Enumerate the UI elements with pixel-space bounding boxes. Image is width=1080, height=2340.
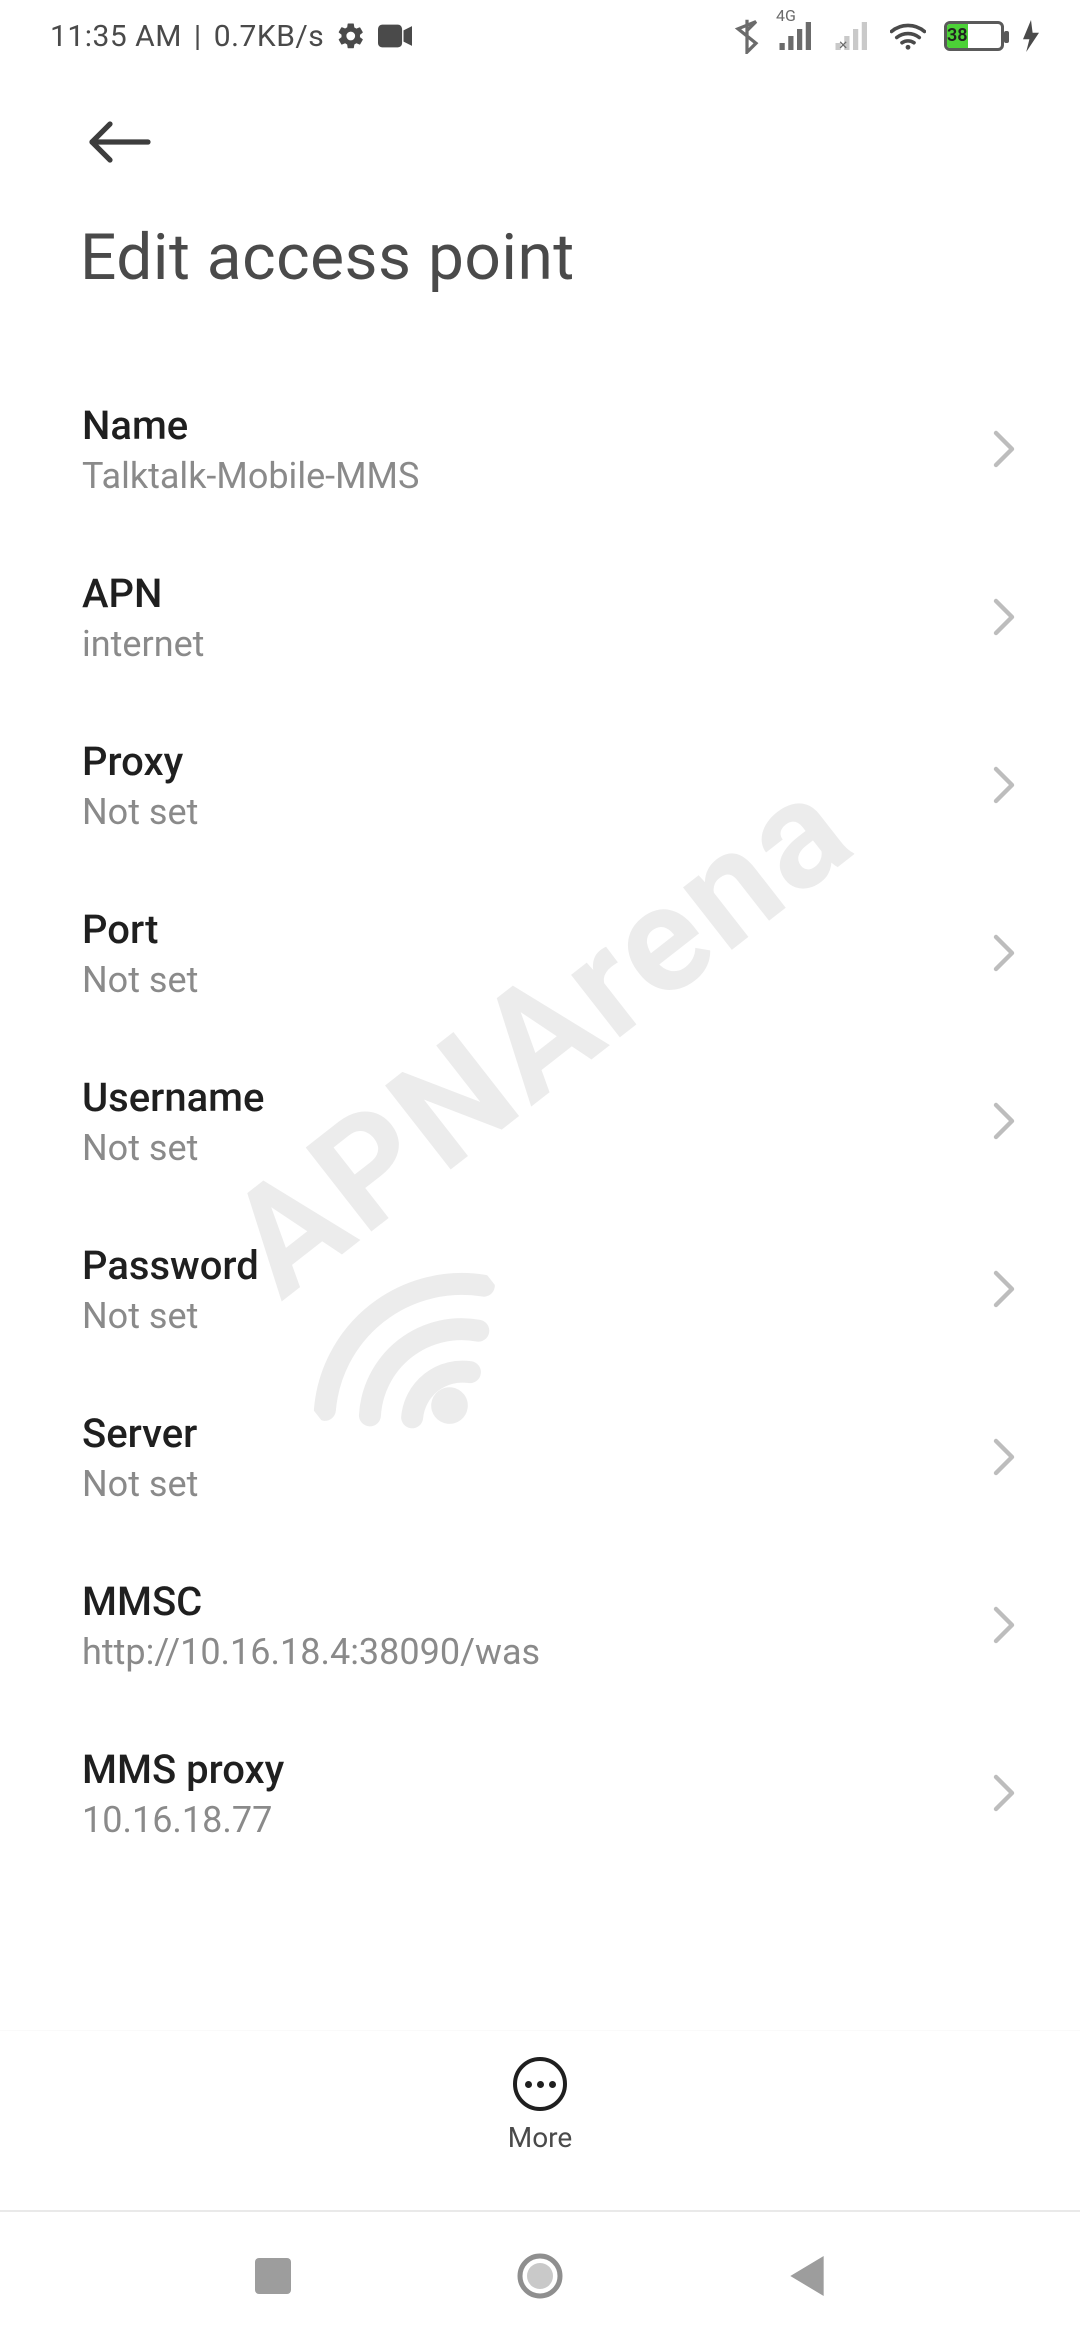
row-label: Username bbox=[82, 1074, 990, 1121]
row-value: internet bbox=[82, 623, 990, 665]
status-separator: | bbox=[194, 19, 202, 54]
camera-icon bbox=[378, 24, 412, 48]
svg-text:×: × bbox=[839, 35, 847, 50]
row-username[interactable]: Username Not set bbox=[0, 1037, 1080, 1205]
row-value: 10.16.18.77 bbox=[82, 1799, 990, 1841]
overflow-label: More bbox=[508, 2121, 573, 2154]
app-bar: Edit access point bbox=[0, 72, 1080, 305]
chevron-right-icon bbox=[990, 933, 1030, 973]
row-password[interactable]: Password Not set bbox=[0, 1205, 1080, 1373]
row-label: MMS proxy bbox=[82, 1746, 990, 1793]
row-mms-proxy[interactable]: MMS proxy 10.16.18.77 bbox=[0, 1709, 1080, 1877]
row-mmsc[interactable]: MMSC http://10.16.18.4:38090/was bbox=[0, 1541, 1080, 1709]
row-label: Name bbox=[82, 402, 990, 449]
row-value: http://10.16.18.4:38090/was bbox=[82, 1631, 990, 1673]
row-value: Not set bbox=[82, 959, 990, 1001]
nav-home-button[interactable] bbox=[510, 2246, 570, 2306]
overflow-more-button[interactable]: More bbox=[0, 2030, 1080, 2180]
triangle-left-icon bbox=[789, 2256, 825, 2296]
chevron-right-icon bbox=[990, 765, 1030, 805]
row-value: Not set bbox=[82, 1127, 990, 1169]
gear-icon bbox=[336, 21, 366, 51]
page-title: Edit access point bbox=[80, 182, 1040, 295]
row-label: Server bbox=[82, 1410, 990, 1457]
row-value: Talktalk-Mobile-MMS bbox=[82, 455, 990, 497]
status-net-speed: 0.7KB/s bbox=[214, 19, 325, 54]
row-port[interactable]: Port Not set bbox=[0, 869, 1080, 1037]
row-label: Proxy bbox=[82, 738, 990, 785]
status-time: 11:35 AM bbox=[50, 19, 182, 54]
row-value: Not set bbox=[82, 791, 990, 833]
row-value: Not set bbox=[82, 1295, 990, 1337]
nav-recents-button[interactable] bbox=[243, 2246, 303, 2306]
chevron-right-icon bbox=[990, 1773, 1030, 1813]
row-label: MMSC bbox=[82, 1578, 990, 1625]
charging-icon bbox=[1022, 20, 1040, 52]
row-proxy[interactable]: Proxy Not set bbox=[0, 701, 1080, 869]
row-apn[interactable]: APN internet bbox=[0, 533, 1080, 701]
chevron-right-icon bbox=[990, 1605, 1030, 1645]
wifi-icon bbox=[890, 22, 926, 50]
chevron-right-icon bbox=[990, 597, 1030, 637]
circle-icon bbox=[517, 2253, 563, 2299]
square-icon bbox=[255, 2258, 291, 2294]
row-label: Port bbox=[82, 906, 990, 953]
chevron-right-icon bbox=[990, 429, 1030, 469]
bluetooth-icon bbox=[734, 18, 760, 54]
settings-scroll[interactable]: Name Talktalk-Mobile-MMS APN internet Pr… bbox=[0, 305, 1080, 2025]
nav-back-button[interactable] bbox=[777, 2246, 837, 2306]
status-bar: 11:35 AM | 0.7KB/s 4G × 38 bbox=[0, 0, 1080, 72]
arrow-left-icon bbox=[88, 120, 152, 164]
chevron-right-icon bbox=[990, 1437, 1030, 1477]
chevron-right-icon bbox=[990, 1269, 1030, 1309]
system-nav-bar bbox=[0, 2210, 1080, 2340]
row-name[interactable]: Name Talktalk-Mobile-MMS bbox=[0, 365, 1080, 533]
more-icon bbox=[513, 2057, 567, 2111]
row-label: Password bbox=[82, 1242, 990, 1289]
battery-icon: 38 bbox=[944, 21, 1004, 51]
row-server[interactable]: Server Not set bbox=[0, 1373, 1080, 1541]
settings-list: Name Talktalk-Mobile-MMS APN internet Pr… bbox=[0, 305, 1080, 1877]
row-value: Not set bbox=[82, 1463, 990, 1505]
row-label: APN bbox=[82, 570, 990, 617]
signal-4g-icon: 4G bbox=[778, 22, 816, 50]
back-button[interactable] bbox=[80, 102, 160, 182]
chevron-right-icon bbox=[990, 1101, 1030, 1141]
signal-sim2-icon: × bbox=[834, 22, 872, 50]
